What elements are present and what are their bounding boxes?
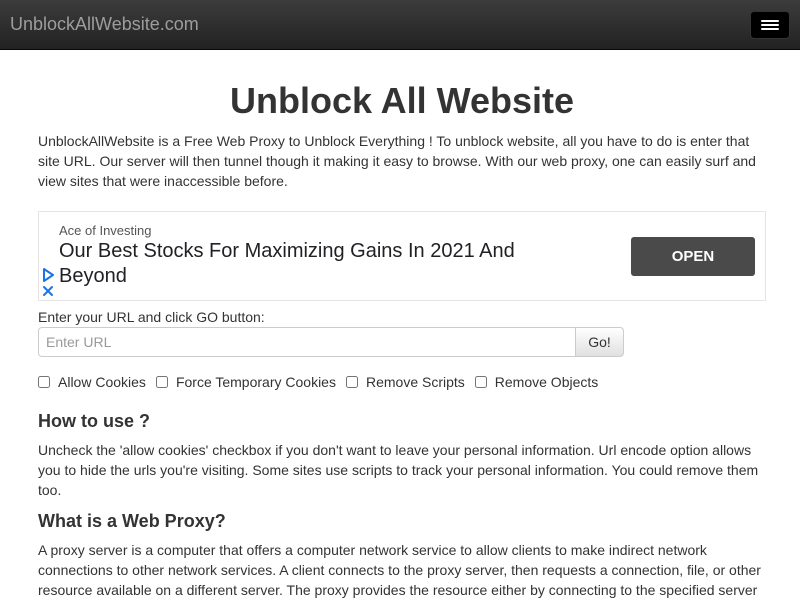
- proxy-options: Allow Cookies Force Temporary Cookies Re…: [38, 372, 766, 392]
- intro-text: UnblockAllWebsite is a Free Web Proxy to…: [38, 133, 756, 189]
- option-label: Remove Scripts: [365, 374, 465, 390]
- section-text-how-to-use: Uncheck the 'allow cookies' checkbox if …: [38, 442, 759, 498]
- brand-link[interactable]: UnblockAllWebsite.com: [10, 14, 199, 35]
- option-force-temporary-cookies[interactable]: Force Temporary Cookies: [155, 374, 336, 390]
- ad-open-button[interactable]: OPEN: [631, 237, 755, 276]
- option-allow-cookies[interactable]: Allow Cookies: [38, 374, 146, 390]
- option-label: Remove Objects: [494, 374, 599, 390]
- ad-close-icon[interactable]: [41, 284, 55, 298]
- menu-toggle-button[interactable]: [750, 11, 790, 39]
- url-input[interactable]: [38, 327, 576, 357]
- main-container: Unblock All Website UnblockAllWebsite is…: [38, 51, 766, 600]
- ad-source[interactable]: Ace of Investing: [59, 223, 152, 238]
- go-button[interactable]: Go!: [575, 327, 624, 357]
- remove-objects-checkbox[interactable]: [474, 376, 487, 388]
- allow-cookies-checkbox[interactable]: [38, 376, 50, 388]
- option-label: Force Temporary Cookies: [175, 374, 336, 390]
- section-text-web-proxy: A proxy server is a computer that offers…: [38, 542, 761, 598]
- option-label: Allow Cookies: [58, 374, 146, 390]
- navbar: UnblockAllWebsite.com: [0, 0, 800, 50]
- section-heading-web-proxy: What is a Web Proxy?: [38, 511, 226, 531]
- page-title: Unblock All Website: [229, 80, 575, 121]
- ad-banner[interactable]: Ace of Investing Our Best Stocks For Max…: [38, 211, 766, 301]
- remove-scripts-checkbox[interactable]: [345, 376, 358, 388]
- option-remove-scripts[interactable]: Remove Scripts: [345, 374, 465, 390]
- section-heading-how-to-use: How to use ?: [38, 411, 150, 431]
- url-form: Go!: [38, 327, 766, 357]
- option-remove-objects[interactable]: Remove Objects: [474, 374, 599, 390]
- force-temporary-cookies-checkbox[interactable]: [155, 376, 168, 388]
- url-label: Enter your URL and click GO button:: [38, 309, 265, 325]
- ad-headline[interactable]: Our Best Stocks For Maximizing Gains In …: [59, 239, 579, 289]
- adchoices-play-icon[interactable]: [41, 268, 55, 282]
